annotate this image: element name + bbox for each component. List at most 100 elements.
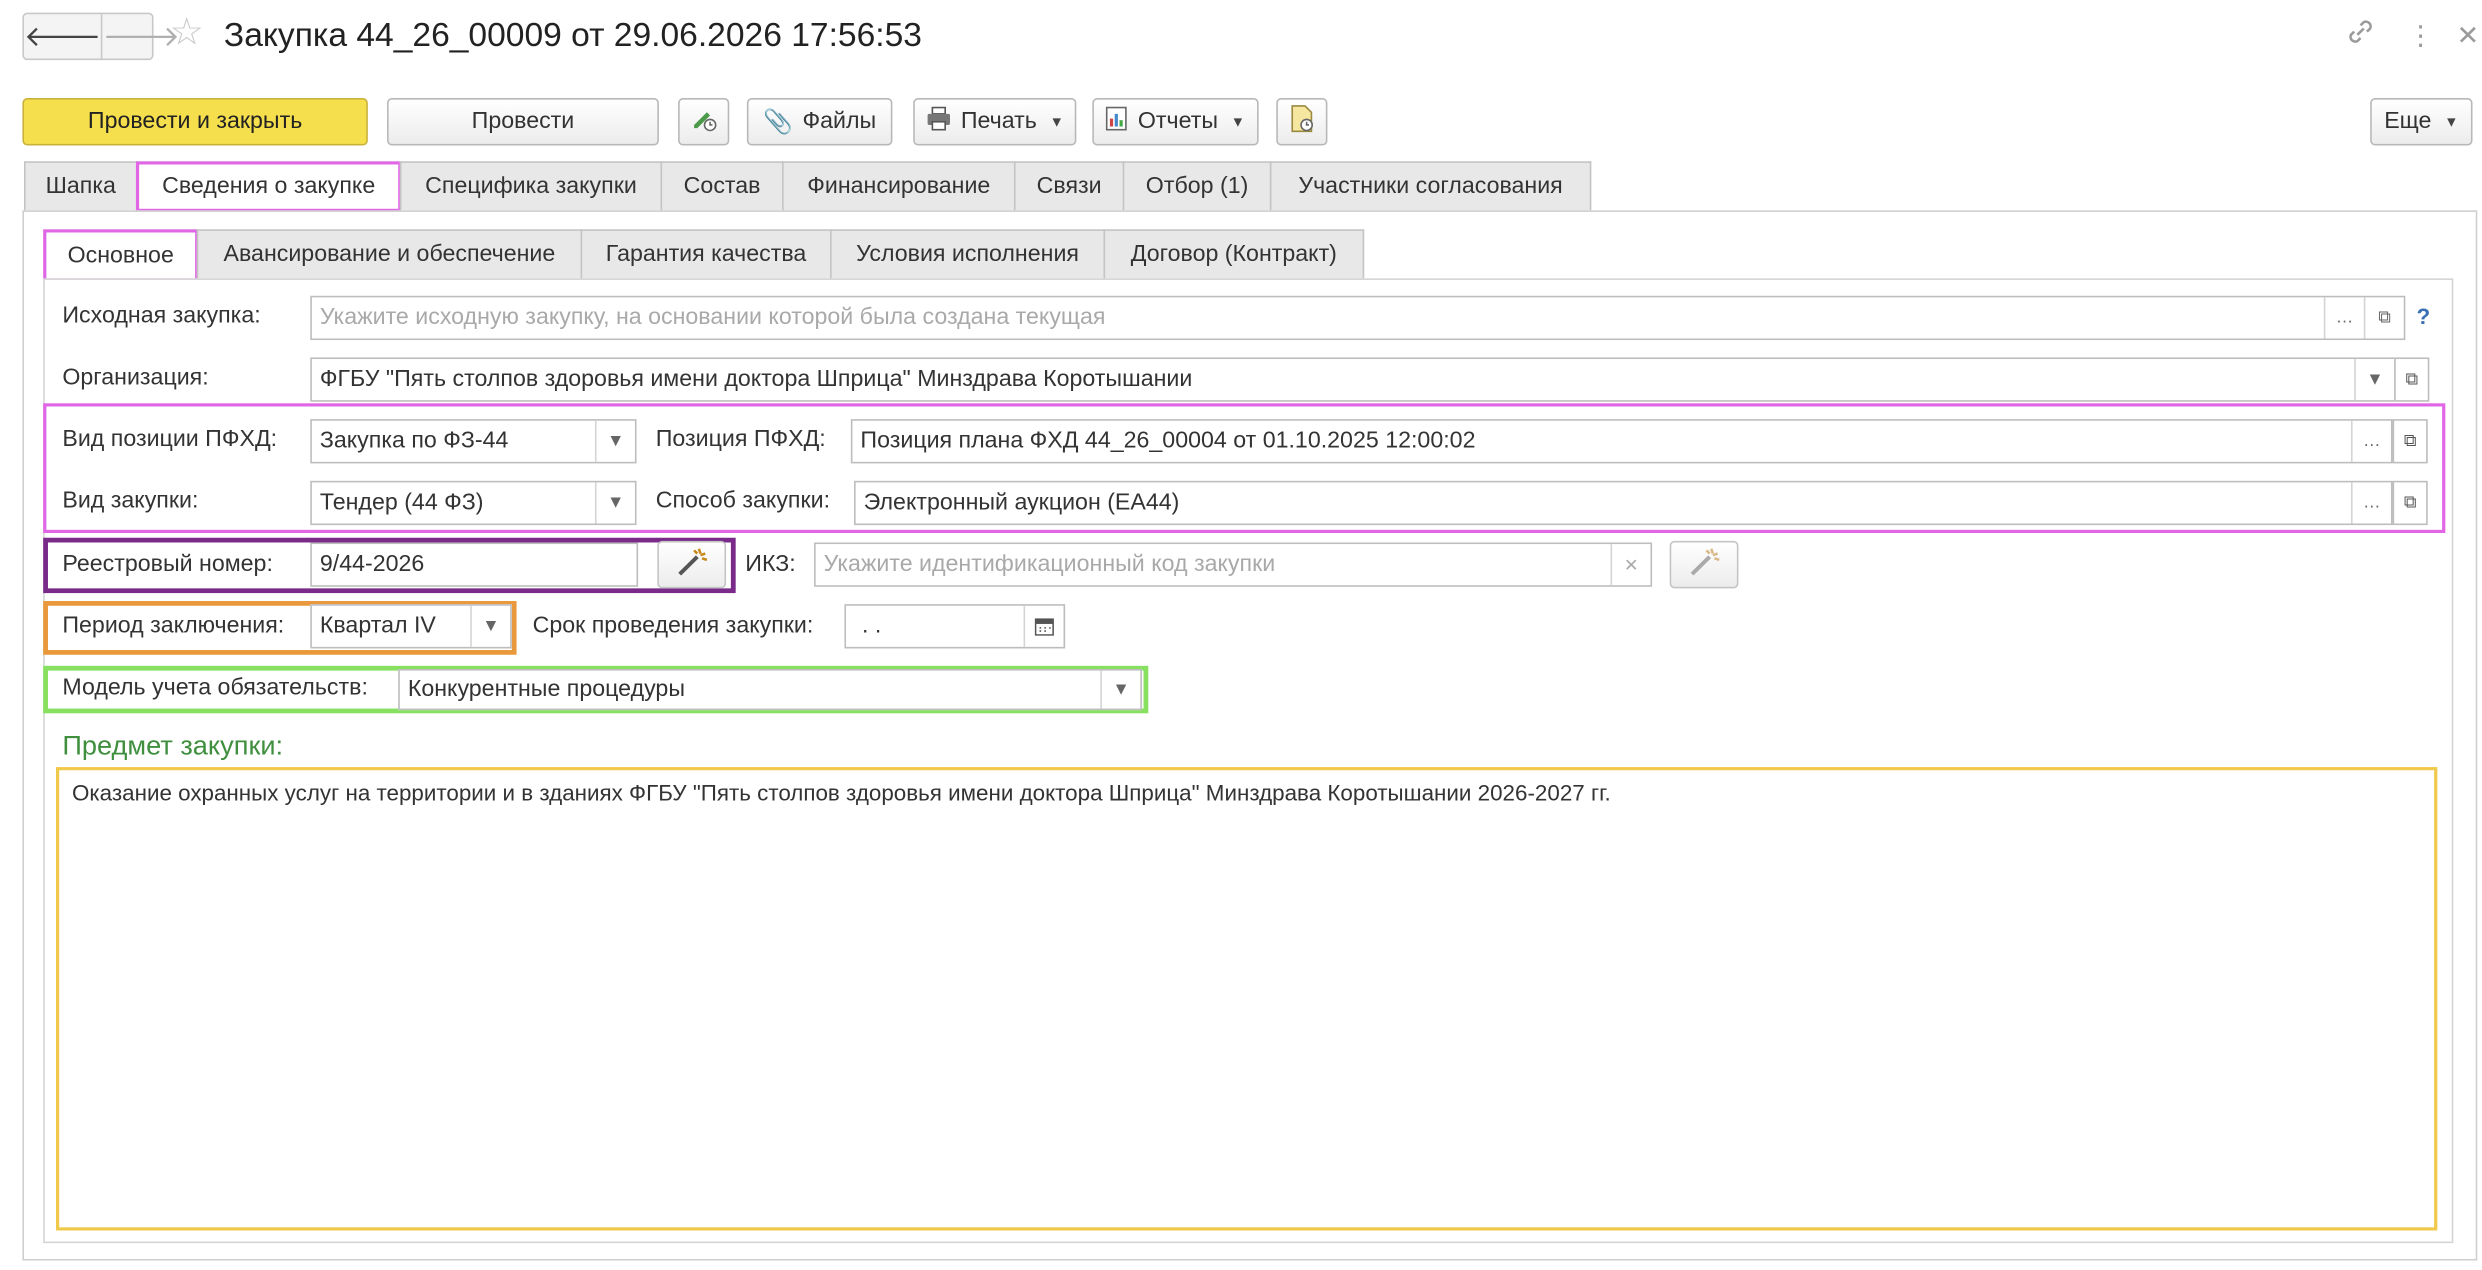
tab-financing[interactable]: Финансирование bbox=[782, 161, 1016, 211]
obligation-model-value: Конкурентные процедуры bbox=[407, 676, 686, 703]
source-purchase-label: Исходная закупка: bbox=[62, 303, 261, 329]
post-and-close-label: Провести и закрыть bbox=[87, 109, 303, 135]
open-window-icon[interactable]: ⧉ bbox=[2392, 480, 2428, 526]
period-select[interactable]: Квартал IV ▼ bbox=[310, 604, 512, 649]
ellipsis-select-icon[interactable]: … bbox=[2350, 482, 2391, 524]
tab-main[interactable]: Основное bbox=[43, 229, 199, 282]
registry-number-input[interactable]: 9/44-2026 bbox=[310, 542, 639, 587]
files-button[interactable]: 📎 Файлы bbox=[746, 98, 893, 146]
purchase-type-label: Вид закупки: bbox=[62, 488, 199, 515]
open-window-icon[interactable]: ⧉ bbox=[2392, 419, 2428, 464]
chevron-down-icon[interactable]: ▼ bbox=[1100, 670, 1140, 709]
tab-quality-guarantee[interactable]: Гарантия качества bbox=[580, 229, 832, 279]
favorite-star-icon[interactable]: ☆ bbox=[170, 9, 204, 56]
organization-value: ФГБУ "Пять столпов здоровья имени доктор… bbox=[319, 366, 1193, 393]
tab-purchase-info[interactable]: Сведения о закупке bbox=[135, 161, 402, 212]
post-and-close-button[interactable]: Провести и закрыть bbox=[22, 98, 368, 146]
chevron-down-icon[interactable]: ▼ bbox=[2354, 359, 2394, 401]
tab-contract[interactable]: Договор (Контракт) bbox=[1103, 229, 1365, 279]
sub-tabs: Основное Авансирование и обеспечение Гар… bbox=[43, 229, 1365, 282]
purchase-method-field[interactable]: Электронный аукцион (ЕА44) … bbox=[854, 480, 2393, 526]
pencil-clock-icon bbox=[689, 104, 718, 139]
page-title: Закупка 44_26_00009 от 29.06.2026 17:56:… bbox=[223, 17, 922, 54]
period-label: Период заключения: bbox=[62, 613, 285, 639]
print-button[interactable]: Печать ▼ bbox=[913, 98, 1077, 146]
nav-buttons: 🡐 🡒 bbox=[22, 12, 180, 61]
subject-textarea[interactable]: Оказание охранных услуг на территории и … bbox=[55, 767, 2438, 1231]
reports-label: Отчеты bbox=[1137, 109, 1219, 135]
more-label: Еще bbox=[2384, 109, 2432, 135]
tab-links[interactable]: Связи bbox=[1013, 161, 1125, 211]
source-purchase-placeholder: Укажите исходную закупку, на основании к… bbox=[319, 305, 1106, 331]
close-icon[interactable]: ✕ bbox=[2457, 16, 2480, 57]
generate-number-button[interactable] bbox=[657, 540, 727, 589]
tab-header[interactable]: Шапка bbox=[23, 161, 138, 211]
tab-filter[interactable]: Отбор (1) bbox=[1122, 161, 1272, 211]
organization-field[interactable]: ФГБУ "Пять столпов здоровья имени доктор… bbox=[310, 357, 2396, 402]
chevron-down-icon: ▼ bbox=[2444, 113, 2459, 130]
registry-number-value: 9/44-2026 bbox=[319, 551, 425, 578]
magic-wand-icon bbox=[1686, 545, 1721, 585]
more-button[interactable]: Еще ▼ bbox=[2370, 98, 2473, 146]
paperclip-icon: 📎 bbox=[763, 109, 793, 137]
back-arrow-icon[interactable]: 🡐 bbox=[24, 14, 101, 58]
obligation-model-select[interactable]: Конкурентные процедуры ▼ bbox=[398, 669, 1142, 711]
registry-number-label: Реестровый номер: bbox=[62, 551, 273, 578]
document-gear-icon bbox=[1287, 104, 1316, 139]
period-value: Квартал IV bbox=[319, 613, 436, 639]
obligation-model-label: Модель учета обязательств: bbox=[62, 675, 368, 701]
calendar-icon[interactable] bbox=[1023, 605, 1064, 647]
post-label: Провести bbox=[471, 109, 575, 135]
edit-with-clock-button[interactable] bbox=[678, 98, 730, 146]
pfhd-type-select[interactable]: Закупка по ФЗ-44 ▼ bbox=[310, 419, 637, 464]
tab-execution-terms[interactable]: Условия исполнения bbox=[830, 229, 1106, 279]
purchase-method-label: Способ закупки: bbox=[655, 488, 831, 515]
ikz-placeholder: Укажите идентификационный код закупки bbox=[823, 551, 1276, 578]
clear-icon[interactable]: ✕ bbox=[1610, 544, 1650, 586]
ellipsis-select-icon[interactable]: … bbox=[2350, 420, 2391, 462]
purchase-term-label: Срок проведения закупки: bbox=[532, 613, 814, 639]
purchase-method-value: Электронный аукцион (ЕА44) bbox=[863, 490, 1180, 516]
pfhd-position-label: Позиция ПФХД: bbox=[655, 427, 826, 453]
organization-label: Организация: bbox=[62, 365, 209, 391]
source-purchase-field[interactable]: Укажите исходную закупку, на основании к… bbox=[310, 295, 2406, 341]
ellipsis-select-icon[interactable]: … bbox=[2323, 297, 2364, 339]
chevron-down-icon: ▼ bbox=[1230, 113, 1246, 130]
tab-purchase-specifics[interactable]: Специфика закупки bbox=[399, 161, 663, 211]
document-settings-button[interactable] bbox=[1276, 98, 1328, 146]
magic-wand-icon bbox=[674, 545, 709, 585]
chevron-down-icon[interactable]: ▼ bbox=[594, 482, 635, 524]
post-button[interactable]: Провести bbox=[387, 98, 659, 146]
tab-advances-and-security[interactable]: Авансирование и обеспечение bbox=[196, 229, 583, 279]
pfhd-type-label: Вид позиции ПФХД: bbox=[62, 427, 278, 453]
more-vertical-icon[interactable]: ⋮ bbox=[2407, 16, 2434, 57]
chevron-down-icon[interactable]: ▼ bbox=[470, 605, 510, 647]
printer-icon bbox=[926, 106, 952, 138]
pfhd-type-value: Закупка по ФЗ-44 bbox=[319, 428, 509, 454]
forward-arrow-icon[interactable]: 🡒 bbox=[101, 14, 180, 59]
chevron-down-icon: ▼ bbox=[1049, 113, 1064, 130]
reports-button[interactable]: Отчеты ▼ bbox=[1092, 98, 1259, 146]
ikz-input[interactable]: Укажите идентификационный код закупки ✕ bbox=[814, 542, 1653, 587]
subject-text: Оказание охранных услуг на территории и … bbox=[71, 779, 1611, 806]
open-window-icon[interactable]: ⧉ bbox=[2394, 357, 2430, 402]
report-icon bbox=[1106, 106, 1128, 138]
tab-approval-participants[interactable]: Участники согласования bbox=[1269, 161, 1592, 211]
open-window-icon[interactable]: ⧉ bbox=[2363, 297, 2404, 339]
pfhd-position-field[interactable]: Позиция плана ФХД 44_26_00004 от 01.10.2… bbox=[850, 419, 2393, 464]
purchase-term-value: . . bbox=[862, 613, 882, 639]
purchase-type-select[interactable]: Тендер (44 ФЗ) ▼ bbox=[310, 480, 637, 526]
pfhd-position-value: Позиция плана ФХД 44_26_00004 от 01.10.2… bbox=[860, 428, 1476, 454]
print-label: Печать bbox=[960, 109, 1037, 135]
tab-composition[interactable]: Состав bbox=[660, 161, 784, 211]
purchase-type-value: Тендер (44 ФЗ) bbox=[319, 490, 484, 516]
link-icon[interactable] bbox=[2345, 16, 2377, 60]
files-label: Файлы bbox=[802, 109, 877, 135]
main-tabs: Шапка Сведения о закупке Специфика закуп… bbox=[23, 161, 1592, 212]
subject-section-title: Предмет закупки: bbox=[62, 730, 284, 761]
ikz-label: ИКЗ: bbox=[745, 551, 796, 578]
help-icon[interactable]: ? bbox=[2417, 304, 2431, 329]
purchase-term-date[interactable]: . . bbox=[844, 604, 1066, 649]
chevron-down-icon[interactable]: ▼ bbox=[594, 420, 635, 462]
generate-ikz-button[interactable] bbox=[1669, 540, 1739, 589]
